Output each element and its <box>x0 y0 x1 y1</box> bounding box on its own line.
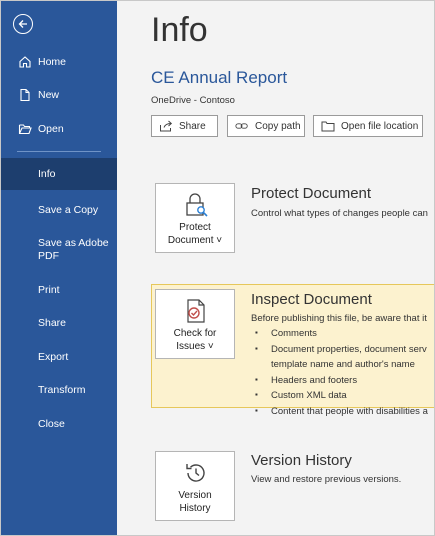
sidebar-item-label: Save a Copy <box>38 204 99 216</box>
sidebar-item-label: Share <box>38 317 67 329</box>
version-label-line1: Version <box>178 490 212 501</box>
inspect-document-description: Before publishing this file, be aware th… <box>251 313 427 324</box>
share-icon <box>159 120 173 132</box>
list-item: Headers and footers <box>251 375 428 391</box>
check-for-issues-button[interactable]: Check for Issues ˅ <box>155 289 235 359</box>
new-document-icon <box>18 88 32 102</box>
protect-document-label: Protect Document ˅ <box>156 221 234 247</box>
sidebar-item-label: Transform <box>38 384 86 396</box>
version-history-label: Version History <box>156 489 234 515</box>
sidebar-item-new[interactable]: New <box>1 88 117 104</box>
share-button[interactable]: Share <box>151 115 218 137</box>
sidebar-divider <box>17 151 101 152</box>
sidebar-item-label: Export <box>38 351 69 363</box>
sidebar-item-label: Close <box>38 418 65 430</box>
version-history-heading: Version History <box>251 452 352 469</box>
check-document-icon <box>183 298 209 324</box>
sidebar-item-label: Home <box>38 56 67 68</box>
share-button-label: Share <box>179 120 206 132</box>
protect-document-description: Control what types of changes people can <box>251 208 428 219</box>
protect-document-button[interactable]: Protect Document ˅ <box>155 183 235 253</box>
protect-label-line2: Document ˅ <box>167 235 223 246</box>
list-item: Content that people with disabilities a <box>251 406 428 422</box>
open-file-location-button-label: Open file location <box>341 120 419 132</box>
version-label-line2: History <box>179 503 211 514</box>
sidebar-item-label: Info <box>38 168 56 180</box>
protect-label-line1: Protect <box>179 222 211 233</box>
page-title: Info <box>151 11 208 49</box>
sidebar-item-info[interactable]: Info <box>1 158 117 190</box>
version-history-description: View and restore previous versions. <box>251 474 402 485</box>
link-icon <box>235 120 249 132</box>
sidebar-item-label: Print <box>38 284 60 296</box>
check-label-line2: Issues ˅ <box>176 341 214 352</box>
list-item: Comments <box>251 328 428 344</box>
home-icon <box>18 55 32 69</box>
check-label-line1: Check for <box>173 328 217 339</box>
check-for-issues-label: Check for Issues ˅ <box>156 327 234 353</box>
back-arrow-icon[interactable] <box>13 14 33 34</box>
sidebar-item-home[interactable]: Home <box>1 55 117 71</box>
sidebar-item-label: New <box>38 89 60 101</box>
copy-path-button-label: Copy path <box>255 120 301 132</box>
sidebar-item-label: Open <box>38 123 64 135</box>
backstage-window: Home New Open Info Save a Copy Save as A… <box>0 0 435 536</box>
inspect-document-heading: Inspect Document <box>251 291 372 308</box>
folder-icon <box>321 120 335 132</box>
sidebar-item-open[interactable]: Open <box>1 122 117 138</box>
protect-document-heading: Protect Document <box>251 185 372 202</box>
document-name: CE Annual Report <box>151 68 288 87</box>
list-item: template name and author's name <box>271 359 415 370</box>
info-panel: Info CE Annual Report OneDrive - Contoso… <box>117 1 434 535</box>
backstage-sidebar: Home New Open Info Save a Copy Save as A… <box>1 1 117 535</box>
list-item: Document properties, document serv <box>251 344 428 360</box>
lock-search-icon <box>183 192 209 218</box>
version-history-button[interactable]: Version History <box>155 451 235 521</box>
folder-open-icon <box>18 122 32 136</box>
history-clock-icon <box>183 460 209 486</box>
inspect-items-list: Comments Document properties, document s… <box>251 328 428 421</box>
open-file-location-button[interactable]: Open file location <box>313 115 423 137</box>
sidebar-item-label: Save as Adobe PDF <box>38 237 109 262</box>
document-location: OneDrive - Contoso <box>151 95 235 106</box>
copy-path-button[interactable]: Copy path <box>227 115 305 137</box>
list-item: Custom XML data <box>251 390 428 406</box>
